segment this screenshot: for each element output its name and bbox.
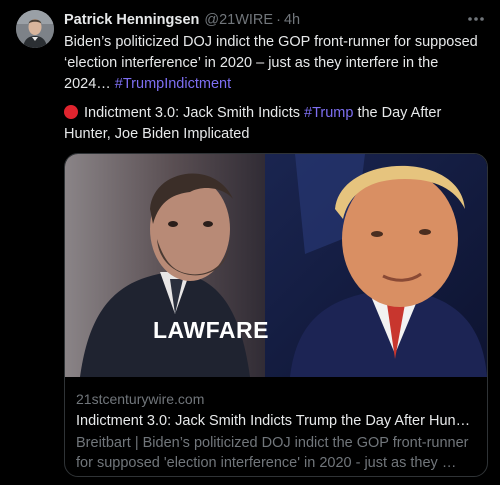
hashtag-link[interactable]: #TrumpIndictment xyxy=(115,76,231,92)
red-circle-icon xyxy=(64,105,78,119)
tweet-header: Patrick Henningsen @21WIRE · 4h xyxy=(64,10,300,30)
tweet-text-line: Biden’s politicized DOJ indict the GOP f… xyxy=(64,34,478,50)
card-image[interactable]: LAWFARE xyxy=(65,154,487,377)
avatar[interactable] xyxy=(16,10,54,48)
tweet-text: Biden’s politicized DOJ indict the GOP f… xyxy=(64,32,486,95)
author-handle[interactable]: @21WIRE xyxy=(204,12,273,28)
card-photo xyxy=(65,154,487,377)
image-caption: LAWFARE xyxy=(153,317,269,343)
card-description-line: Breitbart | Biden’s politicized DOJ indi… xyxy=(76,435,469,451)
tweet-text-fragment: 2024… xyxy=(64,76,115,92)
tweet-text-line: Indictment 3.0: Jack Smith Indicts #Trum… xyxy=(64,103,486,124)
tweet-text-fragment: Indictment 3.0: Jack Smith Indicts xyxy=(84,105,305,121)
timestamp[interactable]: 4h xyxy=(284,12,300,28)
tweet-text-fragment: the Day After xyxy=(353,105,442,121)
card-domain: 21stcenturywire.com xyxy=(76,391,205,407)
user-avatar-icon xyxy=(16,10,54,48)
tweet-text-line: Hunter, Joe Biden Implicated xyxy=(64,126,250,142)
tweet-text-line: 2024… #TrumpIndictment xyxy=(64,74,486,95)
tweet[interactable]: Patrick Henningsen @21WIRE · 4h Biden’s … xyxy=(0,0,500,485)
more-options-icon[interactable] xyxy=(466,11,486,27)
separator-dot: · xyxy=(276,12,281,28)
card-body[interactable]: 21stcenturywire.com Indictment 3.0: Jack… xyxy=(76,390,480,473)
author-name[interactable]: Patrick Henningsen xyxy=(64,12,199,28)
tweet-headline: Indictment 3.0: Jack Smith Indicts #Trum… xyxy=(64,103,486,145)
tweet-text-line: ‘election interference’ in 2020 – just a… xyxy=(64,55,439,71)
card-description-line: for supposed 'election interference' in … xyxy=(76,455,457,471)
card-title: Indictment 3.0: Jack Smith Indicts Trump… xyxy=(76,413,471,429)
link-preview-card[interactable]: LAWFARE 21stcenturywire.com Indictment 3… xyxy=(64,153,488,477)
card-description: Breitbart | Biden’s politicized DOJ indi… xyxy=(76,433,480,473)
hashtag-link[interactable]: #Trump xyxy=(304,105,353,121)
